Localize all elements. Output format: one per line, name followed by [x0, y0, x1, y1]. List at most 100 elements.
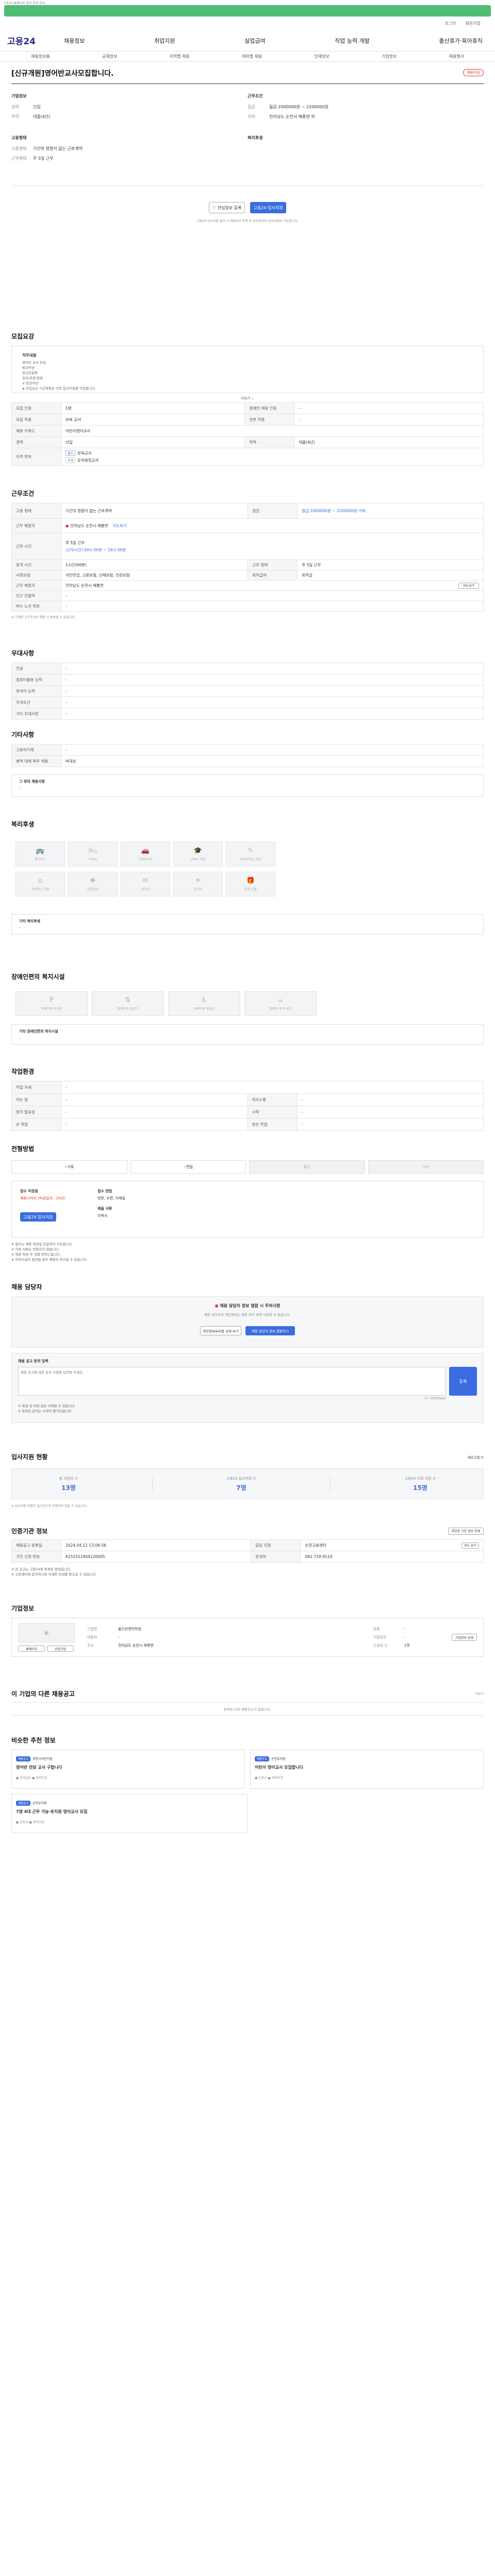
td: 국민연금, 고용보험, 산재보험, 건강보험: [60, 570, 249, 581]
duty-line: 정규반운영: [22, 371, 38, 375]
apply-button[interactable]: 고용24 입사지원: [250, 202, 286, 213]
similar-card[interactable]: 채용공고 순천유치원 어린이 영어교사 모집합니다 ● 순천시 ● 학력무관: [250, 1750, 484, 1789]
company-detail-button[interactable]: 기업정보 상세: [451, 1634, 477, 1641]
subnav-item[interactable]: 테마별 채용: [242, 54, 262, 59]
subnav-item[interactable]: 기업정보: [382, 54, 397, 59]
subnav-item[interactable]: 지역별 채용: [169, 54, 189, 59]
top-notice-text: 고용24 홈페이지 접속 환경 안내: [3, 1, 45, 5]
row-label: 학력: [11, 114, 19, 119]
row-label: 고용형태: [11, 146, 27, 151]
td: -: [61, 697, 484, 708]
company-label: 기업정보: [11, 94, 27, 98]
td: -: [296, 1093, 484, 1106]
privacy-button[interactable]: 개인정보보호법 규제 보기: [200, 1326, 241, 1335]
refresh-button[interactable]: 새로고침 ↻: [468, 1454, 484, 1460]
td: 보육 교사: [60, 414, 245, 426]
detail-table: 모집 인원 1명 장애인 채용 인원 - 모집 직종 보육 교사 관련 직종 - 채용 키워…: [11, 402, 484, 466]
welfare-other-box: 기타 복리후생 -: [11, 914, 484, 935]
th: 근무 예정지: [11, 518, 61, 533]
section-title: 복리후생: [11, 821, 35, 828]
qa-count: 0 / 1000bytes: [424, 1397, 446, 1400]
map-link[interactable]: 지도보기: [112, 523, 127, 528]
nav-item[interactable]: 직업 능력 개발: [335, 37, 370, 45]
th: 임금: [248, 503, 298, 519]
step-row: ✓ 서류 ✓ 면접 필기 기타: [11, 1160, 484, 1174]
license-value: 유치원정교사: [77, 458, 99, 463]
interest-button[interactable]: ♡ 관심정보 등록: [209, 202, 245, 213]
stat-item: 고용24 입사지원 수 7명: [226, 1476, 257, 1492]
etc-table: 고용허가제 - 병역 대체 복무 채용 비대상: [11, 744, 484, 767]
th: 고용허가제: [11, 744, 61, 756]
welfare-icon-row: 🚌 통근버스 🛏 기숙사 🚗 차량유지비 🎓 교육비 지원 ✎ 자녀학자금 지원: [11, 842, 484, 867]
hours-value: 주 5일 근무: [65, 540, 85, 545]
th: 장애인 채용 인원: [244, 402, 295, 414]
same-empty: 등록된 다른 채용공고가 없습니다.: [11, 1702, 484, 1716]
favorite-company-button[interactable]: 관심기업: [47, 1646, 74, 1652]
th: 경력: [11, 436, 61, 448]
homepage-button[interactable]: 홈페이지: [18, 1646, 45, 1652]
card-org: 순천유치원: [271, 1757, 286, 1761]
view-contact-button[interactable]: 채용 담당자 정보 열람하기: [245, 1326, 295, 1335]
pencil-icon: ✎: [248, 847, 254, 855]
top-banner[interactable]: [4, 5, 491, 16]
apply-label: 접수 방법: [97, 1189, 112, 1193]
wheelchair-icon: ♿: [201, 996, 207, 1004]
td: 월급 2000000원 ~ 2200000원 이하: [297, 503, 484, 519]
nav-item[interactable]: 출산휴가·육아휴직: [439, 37, 482, 45]
welfare-item: 🎁 명절 선물: [226, 872, 275, 896]
similar-card[interactable]: 채용공고 광양시어린이집 영어반 전담 교사 구합니다 ● 전라남도 ● 학력무…: [11, 1750, 245, 1789]
same-more-link[interactable]: 더보기: [475, 1691, 484, 1696]
house-icon: ⌂: [38, 877, 43, 885]
th: 학력: [244, 436, 295, 448]
card-org: 광양시어린이집: [32, 1757, 53, 1761]
site-logo[interactable]: 고용24: [7, 34, 64, 47]
method-apply-button[interactable]: 고용24 입사지원: [20, 1212, 56, 1222]
signup-link[interactable]: 회원가입: [466, 21, 481, 26]
card-title: 7명 4대 근무 가능·유치원 영어교사 모집: [16, 1809, 88, 1814]
stats-box: 총 지원자 수 13명 고용24 입사지원 수 7명 고용24 이외 지원 수 15명: [11, 1468, 484, 1499]
car-icon: 🚗: [141, 847, 150, 855]
subnav-item[interactable]: 공채정보: [102, 54, 117, 59]
step-item: 필기: [249, 1160, 365, 1174]
td: 신입: [60, 436, 245, 448]
qa-input[interactable]: [18, 1367, 446, 1396]
subnav-item[interactable]: 채용행사: [449, 54, 464, 59]
qa-submit-button[interactable]: 등록: [449, 1367, 477, 1396]
th: 전공: [11, 663, 61, 674]
subnav-item[interactable]: 채용정보홈: [31, 54, 50, 59]
th: 자는 힘: [11, 1093, 61, 1106]
gift-icon: 🎁: [246, 877, 255, 885]
duty-label: 직무내용: [22, 353, 37, 358]
agency-map-button[interactable]: 지도 보기: [461, 1542, 479, 1549]
license-value: 보육교사: [77, 451, 92, 455]
nav-item[interactable]: 취업지원: [154, 37, 175, 45]
print-button[interactable]: ⎙ 인증 기관 정보 인쇄: [448, 1527, 484, 1535]
td: 1시간(60분): [60, 560, 249, 570]
step-item: ✓ 서류: [11, 1160, 127, 1174]
disabled-icon-row: P 장애인용 주차장 ⇅ 장애인용 승강기 ♿ 장애인용 화장실 ☕ 장애인 휴게 공간: [11, 991, 484, 1016]
th: 기타 우대사항: [11, 708, 61, 720]
nav-item[interactable]: 채용정보: [64, 37, 85, 45]
td: -: [61, 663, 484, 674]
top-notice: 고용24 홈페이지 접속 환경 안내: [0, 0, 495, 5]
qa-label: 채용 공고 문의 입력: [18, 1359, 48, 1363]
row-value: 월급 2000000원 ~ 2200000원: [269, 105, 329, 109]
login-link[interactable]: 로그인: [444, 21, 456, 26]
preference: 우대사항 전공 - 컴퓨터활용 능력 - 외국어 능력 - 우대조건 - 기타 우대사항…: [0, 649, 495, 730]
more-button[interactable]: 더보기 ⌄: [11, 393, 484, 402]
condition-label: 근무조건: [248, 94, 263, 98]
note-item: ※ 채용 확정 후 개별 연락드립니다.: [11, 1252, 61, 1257]
company-table: 기업명 올드빈영어학원 업종 - 대표자 - 기업규모 - 주소 전라남도 순천시 해룡면 근로…: [87, 1627, 410, 1648]
note-item: ※ 욕설 및 비방 글은 삭제될 수 있습니다.: [18, 1404, 76, 1408]
card-badge: 채용공고: [16, 1756, 31, 1761]
map-button[interactable]: 지도보기: [458, 582, 479, 589]
td: -: [61, 685, 484, 697]
card-badge: 채용공고: [255, 1756, 270, 1761]
note-item: ※ 등록된 문의는 수정이 불가능합니다.: [18, 1409, 73, 1413]
subnav-item[interactable]: 인재정보: [314, 54, 329, 59]
similar-card[interactable]: 채용공고 순천유치원 7명 4대 근무 가능·유치원 영어교사 모집 ● 순천시…: [11, 1794, 248, 1833]
row-value: 전라남도 순천시 해룡면 외: [269, 114, 315, 119]
td: 어린이영어교사: [61, 425, 484, 437]
nav-item[interactable]: 실업급여: [244, 37, 265, 45]
row-value: 주 5일 근무: [33, 156, 54, 161]
